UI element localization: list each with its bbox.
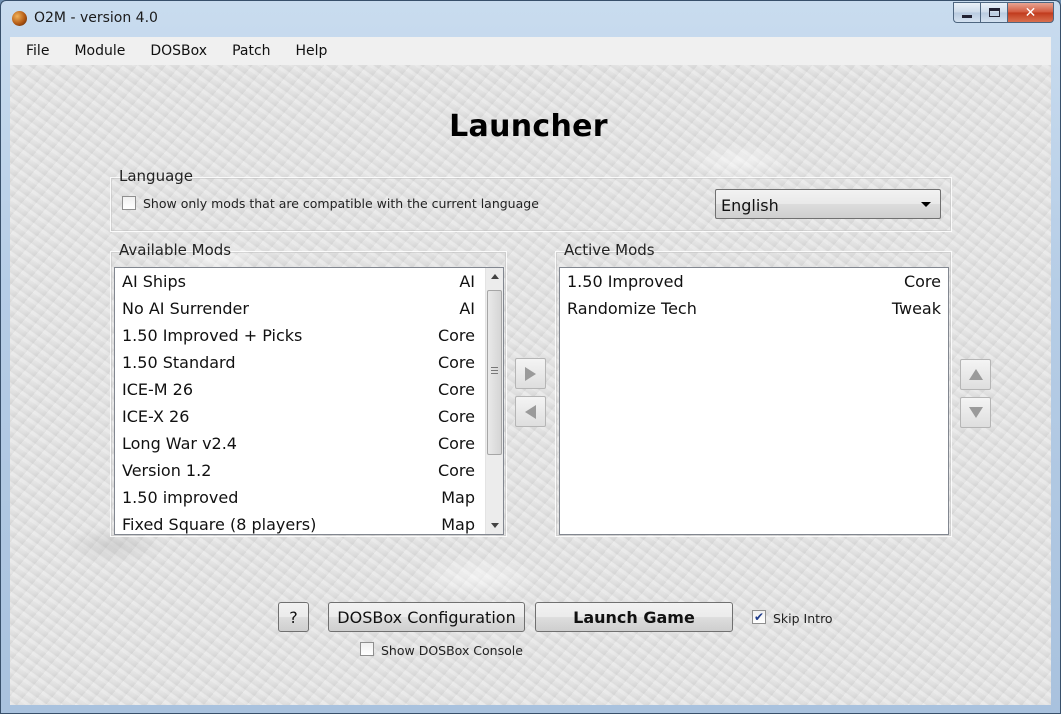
language-select[interactable]: English <box>715 189 941 219</box>
launcher-panel: Launcher Language Show only mods that ar… <box>10 65 1051 705</box>
available-mods-scrollbar[interactable] <box>485 268 503 534</box>
mod-name: Randomize Tech <box>567 299 697 318</box>
list-item[interactable]: 1.50 Improved Core <box>560 268 948 295</box>
mod-name: 1.50 Standard <box>122 353 236 372</box>
arrow-down-icon <box>968 407 983 418</box>
mod-name: AI Ships <box>122 272 186 291</box>
mod-category: Core <box>437 326 475 345</box>
mod-category: Core <box>437 434 475 453</box>
arrow-left-icon <box>525 404 536 419</box>
mod-name: Fixed Square (8 players) <box>122 515 317 534</box>
title-bar[interactable]: O2M - version 4.0 ✕ <box>1 1 1060 35</box>
scroll-down-icon <box>490 523 499 528</box>
language-filter-label[interactable]: Show only mods that are compatible with … <box>143 196 539 211</box>
language-group-label: Language <box>119 167 194 185</box>
minimize-button[interactable] <box>953 2 980 23</box>
scroll-down-button[interactable] <box>486 517 503 534</box>
grip-icon <box>491 367 498 374</box>
mod-category: Map <box>441 515 475 534</box>
list-item[interactable]: Version 1.2 Core <box>115 457 503 484</box>
available-mods-list[interactable]: AI Ships AI No AI Surrender AI 1.50 Improved… <box>114 267 504 535</box>
scroll-up-icon <box>490 274 499 279</box>
menu-bar: File Module DOSBox Patch Help <box>10 37 1051 65</box>
window-controls: ✕ <box>953 2 1054 23</box>
mod-category: Core <box>437 407 475 426</box>
remove-mod-button[interactable] <box>515 396 546 427</box>
mod-category: AI <box>459 272 475 291</box>
mod-category: Core <box>437 353 475 372</box>
page-title: Launcher <box>449 109 608 144</box>
add-mod-button[interactable] <box>515 358 546 389</box>
mod-name: 1.50 improved <box>122 488 239 507</box>
mod-name: Version 1.2 <box>122 461 212 480</box>
mod-name: 1.50 Improved + Picks <box>122 326 303 345</box>
mod-category: Map <box>441 488 475 507</box>
list-item[interactable]: No AI Surrender AI <box>115 295 503 322</box>
language-filter-checkbox[interactable] <box>122 196 136 210</box>
scroll-up-button[interactable] <box>486 268 503 285</box>
menu-file[interactable]: File <box>10 43 59 59</box>
mod-category: Core <box>903 272 941 291</box>
show-console-checkbox[interactable] <box>360 642 374 656</box>
mod-category: Core <box>437 380 475 399</box>
scroll-thumb[interactable] <box>487 290 502 455</box>
list-item[interactable]: Long War v2.4 Core <box>115 430 503 457</box>
available-mods-label: Available Mods <box>119 241 232 259</box>
app-window: O2M - version 4.0 ✕ File Module DOSBox P… <box>0 0 1061 714</box>
list-item[interactable]: 1.50 Improved + Picks Core <box>115 322 503 349</box>
active-mods-list[interactable]: 1.50 Improved Core Randomize Tech Tweak <box>559 267 949 535</box>
close-button[interactable]: ✕ <box>1007 2 1054 23</box>
checkmark-icon: ✔ <box>753 610 765 624</box>
list-item[interactable]: AI Ships AI <box>115 268 503 295</box>
mod-name: 1.50 Improved <box>567 272 684 291</box>
minimize-icon <box>962 14 972 18</box>
menu-patch[interactable]: Patch <box>217 43 280 59</box>
move-down-button[interactable] <box>960 397 991 428</box>
app-icon <box>12 11 27 26</box>
menu-module[interactable]: Module <box>59 43 135 59</box>
list-item[interactable]: ICE-X 26 Core <box>115 403 503 430</box>
mod-category: Core <box>437 461 475 480</box>
mod-category: Tweak <box>891 299 941 318</box>
mod-category: AI <box>459 299 475 318</box>
language-select-value: English <box>721 196 779 215</box>
chevron-down-icon <box>921 202 931 207</box>
arrow-up-icon <box>968 369 983 380</box>
list-item[interactable]: ICE-M 26 Core <box>115 376 503 403</box>
skip-intro-label[interactable]: Skip Intro <box>773 611 833 626</box>
launch-game-button[interactable]: Launch Game <box>535 602 733 632</box>
active-mods-label: Active Mods <box>564 241 655 259</box>
menu-dosbox[interactable]: DOSBox <box>135 43 217 59</box>
window-title: O2M - version 4.0 <box>34 10 158 26</box>
arrow-right-icon <box>525 366 536 381</box>
menu-help[interactable]: Help <box>281 43 338 59</box>
list-item[interactable]: 1.50 improved Map <box>115 484 503 511</box>
mod-name: ICE-M 26 <box>122 380 194 399</box>
list-item[interactable]: Fixed Square (8 players) Map <box>115 511 503 534</box>
maximize-icon <box>988 8 1000 17</box>
show-console-label[interactable]: Show DOSBox Console <box>381 643 523 658</box>
help-button[interactable]: ? <box>278 602 309 632</box>
close-icon: ✕ <box>1024 4 1037 21</box>
move-up-button[interactable] <box>960 359 991 390</box>
mod-name: Long War v2.4 <box>122 434 237 453</box>
dosbox-config-button[interactable]: DOSBox Configuration <box>328 602 525 632</box>
maximize-button[interactable] <box>980 2 1007 23</box>
mod-name: No AI Surrender <box>122 299 249 318</box>
list-item[interactable]: Randomize Tech Tweak <box>560 295 948 322</box>
list-item[interactable]: 1.50 Standard Core <box>115 349 503 376</box>
skip-intro-checkbox[interactable]: ✔ <box>752 610 766 624</box>
mod-name: ICE-X 26 <box>122 407 190 426</box>
